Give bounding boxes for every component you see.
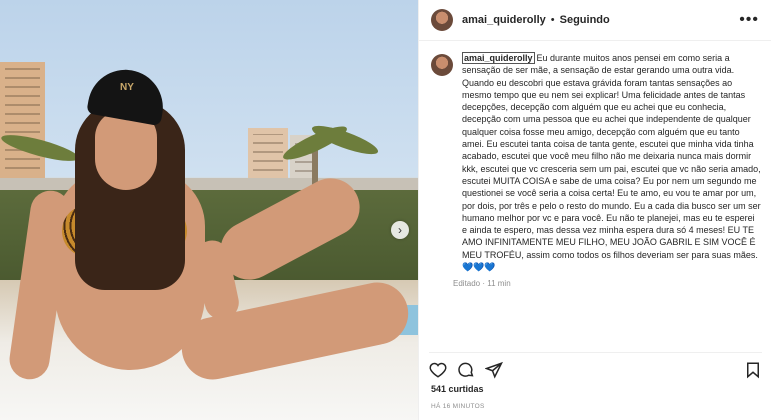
comment-icon[interactable] xyxy=(457,361,475,379)
send-icon[interactable] xyxy=(485,361,503,379)
caption-username[interactable]: amai_quiderolly xyxy=(462,52,535,64)
timestamp: HÁ 16 MINUTOS xyxy=(431,403,485,410)
caption-body: Eu durante muitos anos pensei em como se… xyxy=(462,53,761,273)
caption: amai_quiderolly Eu durante muitos anos pe… xyxy=(431,52,761,288)
follow-status[interactable]: Seguindo xyxy=(560,14,610,26)
bookmark-icon[interactable] xyxy=(744,361,762,379)
carousel-next-button[interactable]: › xyxy=(391,221,409,239)
caption-text: amai_quiderolly Eu durante muitos anos pe… xyxy=(462,52,761,273)
action-bar xyxy=(429,352,762,381)
avatar[interactable] xyxy=(431,9,453,31)
heart-icon[interactable] xyxy=(429,361,447,379)
cap-logo: NY xyxy=(120,82,134,93)
more-horizontal-icon[interactable]: ••• xyxy=(739,11,759,29)
likes-count[interactable]: 541 curtidas xyxy=(431,384,484,394)
post-photo[interactable]: NY › xyxy=(0,0,418,420)
avatar[interactable] xyxy=(431,54,453,76)
chevron-right-icon: › xyxy=(398,223,402,237)
caption-meta: Editado · 11 min xyxy=(453,279,511,289)
header-username[interactable]: amai_quiderolly xyxy=(462,14,546,26)
post-header: amai_quiderolly • Seguindo ••• xyxy=(419,0,771,41)
building-left xyxy=(0,62,45,182)
post-sidebar: amai_quiderolly • Seguindo ••• amai_quid… xyxy=(418,0,771,420)
separator: • xyxy=(550,14,555,26)
